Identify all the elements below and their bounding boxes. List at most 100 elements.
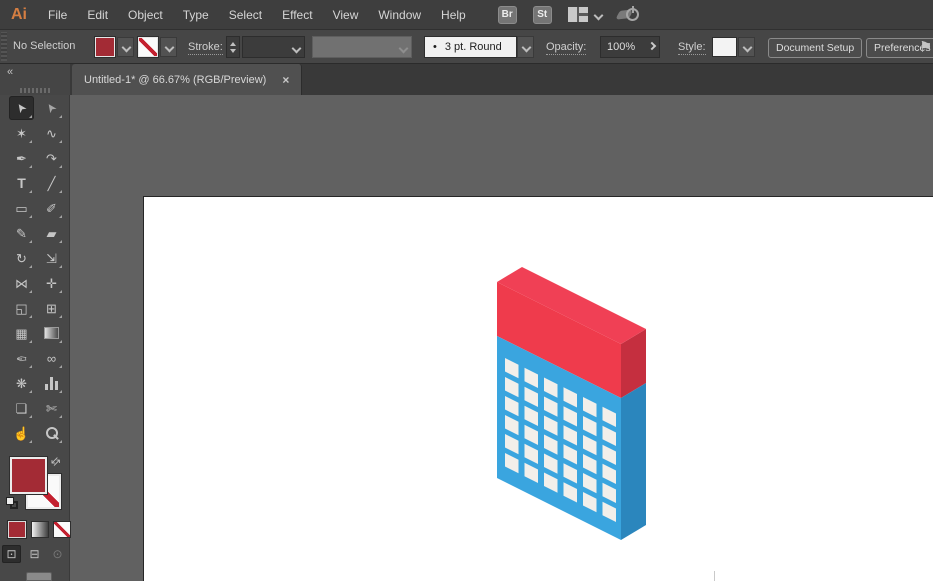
width-profile-dropdown [312,36,412,58]
chevron-down-icon [165,43,173,51]
line-segment-tool[interactable]: ╱ [39,171,64,195]
calendar-right-side[interactable] [621,329,646,540]
zoom-icon [45,427,58,440]
stepper-up-icon[interactable] [230,42,236,46]
opacity-label[interactable]: Opacity: [546,41,586,55]
stroke-dropdown-button[interactable] [160,37,177,57]
bridge-button[interactable]: Br [498,6,517,24]
collapse-panel-button[interactable]: « [7,66,12,78]
workspace-pin-icon[interactable]: ⚑ [919,38,932,56]
close-tab-icon[interactable]: × [282,73,289,87]
slice-tool[interactable]: ✄ [39,396,64,420]
paintbrush-icon: ✐ [46,202,57,215]
rotate-tool[interactable]: ↻ [9,246,34,270]
swap-fill-stroke-icon[interactable]: ⇆ [48,454,64,470]
screen-mode-button[interactable] [26,572,52,581]
magic-wand-tool[interactable]: ✶ [9,121,34,145]
opacity-field[interactable]: 100% [600,36,660,58]
menu-item-object[interactable]: Object [118,0,173,29]
chevron-right-icon[interactable] [648,42,656,50]
none-slash-icon [54,522,70,537]
chevron-down-icon [292,44,300,52]
style-label[interactable]: Style: [678,41,706,55]
menu-item-view[interactable]: View [323,0,369,29]
hand-tool[interactable]: ☝ [9,421,34,445]
pencil-tool[interactable]: ✎ [9,221,34,245]
stroke-label[interactable]: Stroke: [188,41,223,55]
canvas-area[interactable] [70,95,933,581]
none-slash-icon [139,38,157,56]
fill-color-swatch[interactable] [95,37,115,57]
menu-item-edit[interactable]: Edit [77,0,118,29]
stepper-down-icon[interactable] [230,49,236,53]
type-tool[interactable]: T [9,171,34,195]
direct-selection-tool[interactable]: ➤ [39,96,64,120]
perspective-grid-tool[interactable]: ⊞ [39,296,64,320]
puppet-warp-tool[interactable]: ✛ [39,271,64,295]
blend-tool[interactable]: ∞ [39,346,64,370]
selection-tool[interactable]: ➤ [9,96,34,120]
direct-selection-icon: ➤ [44,100,60,115]
draw-normal-mode[interactable]: ⊡ [2,545,21,563]
calendar-artwork[interactable] [144,197,933,581]
curvature-tool[interactable]: ↷ [39,146,64,170]
mesh-tool[interactable]: ▦ [9,321,34,345]
fill-proxy[interactable] [10,457,47,494]
workspace-layout-icon [568,7,588,22]
panel-grip[interactable] [1,32,7,61]
menu-bar: Ai FileEditObjectTypeSelectEffectViewWin… [0,0,933,30]
eraser-tool[interactable]: ▰ [39,221,64,245]
lasso-icon: ∿ [46,127,57,140]
selection-icon: ➤ [14,100,30,115]
document-tab[interactable]: Untitled-1* @ 66.67% (RGB/Preview) × [72,64,302,95]
shape-builder-tool[interactable]: ◱ [9,296,34,320]
width-icon: ⋈ [15,277,28,290]
width-tool[interactable]: ⋈ [9,271,34,295]
chevron-down-icon [594,11,602,19]
cs-live-icon[interactable] [618,6,640,24]
default-fill-stroke-icon[interactable] [6,497,18,509]
menu-item-file[interactable]: File [38,0,77,29]
artboard-tool[interactable]: ❏ [9,396,34,420]
pen-icon: ✒ [16,152,27,165]
document-setup-button[interactable]: Document Setup [768,38,862,58]
tools-panel-grip-icon[interactable] [20,88,50,93]
zoom-tool[interactable] [39,421,64,445]
menu-item-select[interactable]: Select [219,0,272,29]
style-swatch[interactable] [712,37,737,57]
stroke-weight-stepper[interactable] [226,36,240,58]
brush-dropdown-button[interactable] [517,36,534,58]
rectangle-tool[interactable]: ▭ [9,196,34,220]
power-icon [626,8,639,21]
apply-gradient-button[interactable] [31,521,49,538]
document-tab-title: Untitled-1* @ 66.67% (RGB/Preview) [84,74,266,86]
chevron-down-icon [122,43,130,51]
symbol-sprayer-tool[interactable]: ❋ [9,371,34,395]
menu-item-type[interactable]: Type [173,0,219,29]
pen-tool[interactable]: ✒ [9,146,34,170]
menu-item-help[interactable]: Help [431,0,476,29]
gradient-tool[interactable] [39,321,64,345]
column-graph-icon [44,377,59,390]
brush-definition-dropdown[interactable]: • 3 pt. Round [424,36,517,58]
apply-none-button[interactable] [53,521,71,538]
lasso-tool[interactable]: ∿ [39,121,64,145]
eyedropper-tool[interactable]: ✑ [9,346,34,370]
scale-tool[interactable]: ⇲ [39,246,64,270]
document-tab-bar: Untitled-1* @ 66.67% (RGB/Preview) × [70,64,933,95]
paintbrush-tool[interactable]: ✐ [39,196,64,220]
chevron-down-icon [743,43,751,51]
fill-dropdown-button[interactable] [117,37,134,57]
stroke-color-swatch[interactable] [138,37,158,57]
menu-item-effect[interactable]: Effect [272,0,322,29]
draw-behind-mode[interactable]: ⊟ [25,545,44,563]
hand-icon: ☝ [13,427,29,440]
stock-button[interactable]: St [533,6,552,24]
column-graph-tool[interactable] [39,371,64,395]
stroke-weight-dropdown[interactable] [242,36,305,58]
menu-item-window[interactable]: Window [368,0,431,29]
artboard[interactable] [143,196,933,581]
workspace-switcher[interactable] [568,7,602,22]
style-dropdown-button[interactable] [738,37,755,57]
apply-color-button[interactable] [8,521,26,538]
